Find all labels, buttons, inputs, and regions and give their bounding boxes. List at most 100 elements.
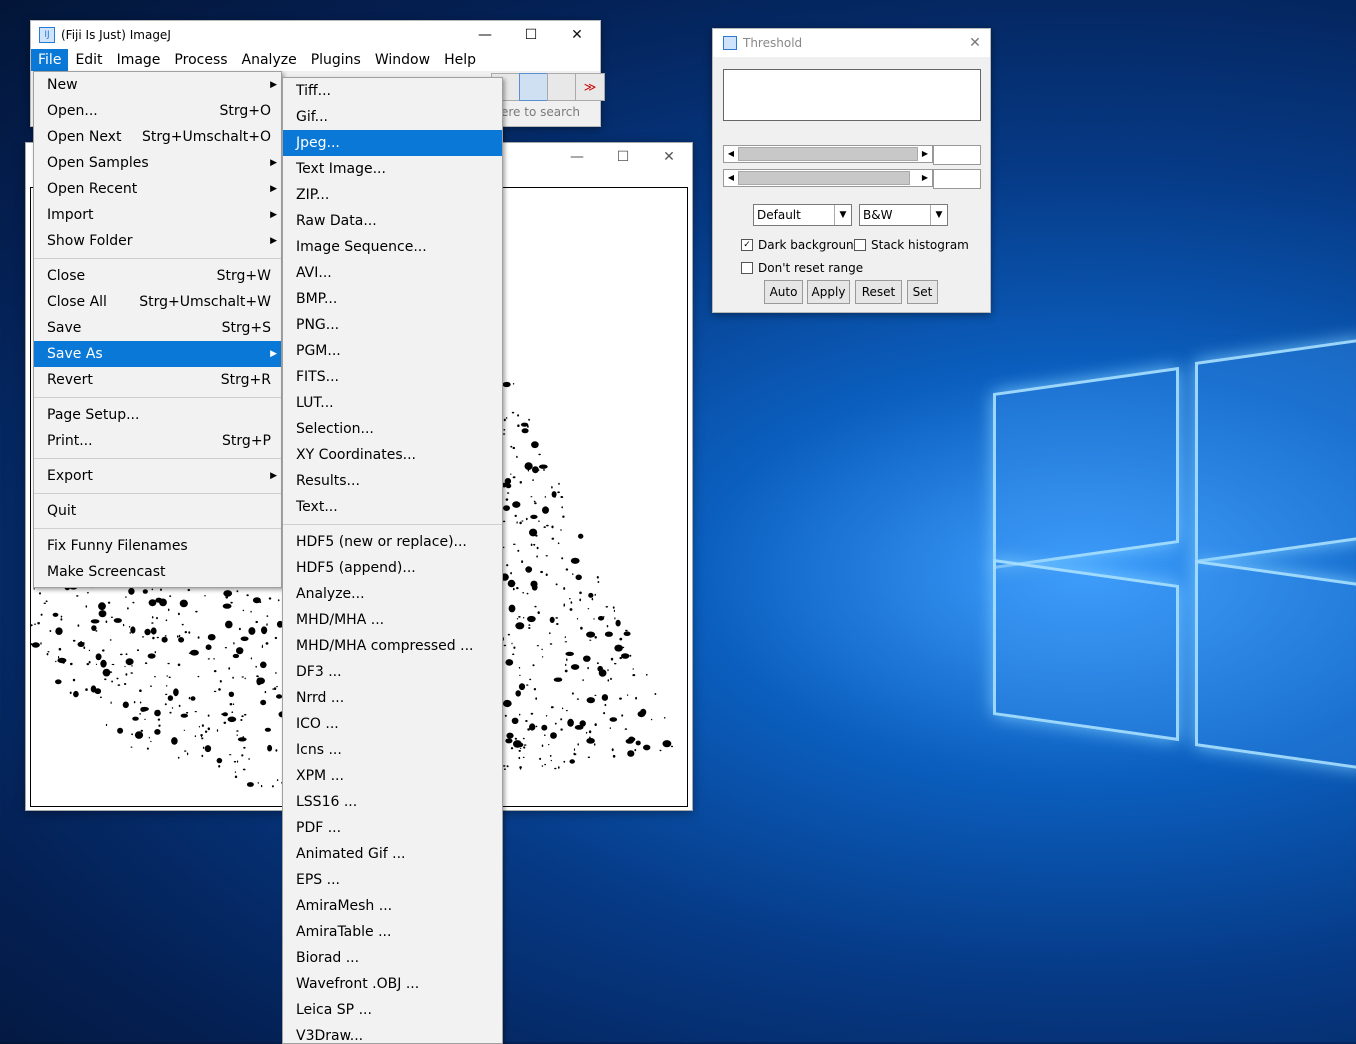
lower-threshold-field[interactable] (933, 145, 981, 165)
apply-button[interactable]: Apply (807, 280, 850, 304)
save-as-item-eps[interactable]: EPS ... (283, 867, 502, 893)
checkbox-icon[interactable] (854, 239, 866, 251)
menu-window[interactable]: Window (368, 49, 437, 71)
dark-background-checkbox[interactable]: ✓ Dark background (741, 238, 861, 252)
save-as-item-selection[interactable]: Selection... (283, 416, 502, 442)
image-dot (612, 754, 616, 758)
right-arrow-icon[interactable]: ▶ (918, 170, 932, 186)
more-tools-button[interactable]: ≫ (575, 73, 605, 101)
save-as-item-df3[interactable]: DF3 ... (283, 659, 502, 685)
hand-tool-button[interactable] (519, 73, 549, 101)
file-menu-item-quit[interactable]: Quit (34, 498, 281, 524)
save-as-item-ico[interactable]: ICO ... (283, 711, 502, 737)
menu-process[interactable]: Process (167, 49, 234, 71)
file-menu-item-save-as[interactable]: Save As ▶ (34, 341, 281, 367)
menu-edit[interactable]: Edit (68, 49, 109, 71)
save-as-item-v3draw[interactable]: V3Draw... (283, 1023, 502, 1043)
file-menu-item-open-recent[interactable]: Open Recent ▶ (34, 176, 281, 202)
menu-file[interactable]: File (31, 49, 69, 71)
close-button[interactable]: ✕ (960, 35, 990, 51)
menu-analyze[interactable]: Analyze (235, 49, 304, 71)
file-menu-item-open-next[interactable]: Open Next Strg+Umschalt+O (34, 124, 281, 150)
file-menu-item-make-screencast[interactable]: Make Screencast (34, 559, 281, 585)
save-as-item-text-image[interactable]: Text Image... (283, 156, 502, 182)
save-as-item-bmp[interactable]: BMP... (283, 286, 502, 312)
upper-threshold-field[interactable] (933, 169, 981, 189)
set-button[interactable]: Set (907, 280, 938, 304)
menu-help[interactable]: Help (437, 49, 483, 71)
main-titlebar[interactable]: IJ (Fiji Is Just) ImageJ — ☐ ✕ (31, 21, 600, 49)
save-as-item-xy-coordinates[interactable]: XY Coordinates... (283, 442, 502, 468)
maximize-button[interactable]: ☐ (600, 149, 646, 165)
file-menu-item-fix-funny-filenames[interactable]: Fix Funny Filenames (34, 533, 281, 559)
save-as-item-image-sequence[interactable]: Image Sequence... (283, 234, 502, 260)
file-menu-item-print[interactable]: Print... Strg+P (34, 428, 281, 454)
save-as-item-icns[interactable]: Icns ... (283, 737, 502, 763)
upper-threshold-slider[interactable]: ◀ ▶ (723, 169, 933, 187)
file-menu-item-new[interactable]: New ▶ (34, 72, 281, 98)
menu-image[interactable]: Image (110, 49, 168, 71)
save-as-item-pgm[interactable]: PGM... (283, 338, 502, 364)
file-menu-item-page-setup[interactable]: Page Setup... (34, 402, 281, 428)
file-menu-item-show-folder[interactable]: Show Folder ▶ (34, 228, 281, 254)
save-as-item-jpeg[interactable]: Jpeg... (283, 130, 502, 156)
file-menu-item-save[interactable]: Save Strg+S (34, 315, 281, 341)
file-menu-item-open[interactable]: Open... Strg+O (34, 98, 281, 124)
left-arrow-icon[interactable]: ◀ (724, 146, 738, 162)
file-menu-item-open-samples[interactable]: Open Samples ▶ (34, 150, 281, 176)
save-as-item-zip[interactable]: ZIP... (283, 182, 502, 208)
save-as-item-biorad[interactable]: Biorad ... (283, 945, 502, 971)
save-as-item-mhd-mha-compressed[interactable]: MHD/MHA compressed ... (283, 633, 502, 659)
stack-histogram-checkbox[interactable]: Stack histogram (854, 238, 969, 252)
save-as-item-tiff[interactable]: Tiff... (283, 78, 502, 104)
save-as-item-pdf[interactable]: PDF ... (283, 815, 502, 841)
save-as-item-text[interactable]: Text... (283, 494, 502, 520)
save-as-item-wavefront-obj[interactable]: Wavefront .OBJ ... (283, 971, 502, 997)
save-as-item-lut[interactable]: LUT... (283, 390, 502, 416)
file-menu-item-export[interactable]: Export ▶ (34, 463, 281, 489)
maximize-button[interactable]: ☐ (508, 27, 554, 43)
save-as-item-animated-gif[interactable]: Animated Gif ... (283, 841, 502, 867)
method-select[interactable]: Default ▼ (753, 204, 852, 226)
reset-button[interactable]: Reset (855, 280, 902, 304)
close-button[interactable]: ✕ (554, 27, 600, 43)
display-mode-select[interactable]: B&W ▼ (859, 204, 948, 226)
left-arrow-icon[interactable]: ◀ (724, 170, 738, 186)
dont-reset-checkbox[interactable]: Don't reset range (741, 261, 863, 275)
threshold-titlebar[interactable]: Threshold ✕ (713, 29, 990, 57)
search-hint[interactable]: ere to search (501, 105, 580, 119)
save-as-item-mhd-mha[interactable]: MHD/MHA ... (283, 607, 502, 633)
save-as-item-lss16[interactable]: LSS16 ... (283, 789, 502, 815)
minimize-button[interactable]: — (554, 149, 600, 165)
save-as-item-raw-data[interactable]: Raw Data... (283, 208, 502, 234)
auto-button[interactable]: Auto (764, 280, 803, 304)
file-menu-item-import[interactable]: Import ▶ (34, 202, 281, 228)
close-button[interactable]: ✕ (646, 149, 692, 165)
threshold-window[interactable]: Threshold ✕ ◀ ▶ ◀ ▶ Default ▼ B&W ▼ ✓ Da… (712, 28, 991, 313)
minimize-button[interactable]: — (462, 27, 508, 43)
save-as-item-analyze[interactable]: Analyze... (283, 581, 502, 607)
save-as-item-fits[interactable]: FITS... (283, 364, 502, 390)
save-as-item-avi[interactable]: AVI... (283, 260, 502, 286)
empty-tool-slot[interactable] (547, 73, 577, 101)
file-menu-item-close-all[interactable]: Close All Strg+Umschalt+W (34, 289, 281, 315)
right-arrow-icon[interactable]: ▶ (918, 146, 932, 162)
checkbox-icon[interactable] (741, 262, 753, 274)
save-as-item-results[interactable]: Results... (283, 468, 502, 494)
save-as-item-leica-sp[interactable]: Leica SP ... (283, 997, 502, 1023)
save-as-item-png[interactable]: PNG... (283, 312, 502, 338)
save-as-item-amiramesh[interactable]: AmiraMesh ... (283, 893, 502, 919)
slider-thumb[interactable] (738, 147, 918, 161)
lower-threshold-slider[interactable]: ◀ ▶ (723, 145, 933, 163)
save-as-item-nrrd[interactable]: Nrrd ... (283, 685, 502, 711)
save-as-item-hdf5-new-or-replace[interactable]: HDF5 (new or replace)... (283, 529, 502, 555)
save-as-item-gif[interactable]: Gif... (283, 104, 502, 130)
save-as-item-hdf5-append[interactable]: HDF5 (append)... (283, 555, 502, 581)
slider-thumb[interactable] (738, 171, 910, 185)
file-menu-item-revert[interactable]: Revert Strg+R (34, 367, 281, 393)
checkbox-checked-icon[interactable]: ✓ (741, 239, 753, 251)
save-as-item-amiratable[interactable]: AmiraTable ... (283, 919, 502, 945)
file-menu-item-close[interactable]: Close Strg+W (34, 263, 281, 289)
menu-plugins[interactable]: Plugins (304, 49, 368, 71)
save-as-item-xpm[interactable]: XPM ... (283, 763, 502, 789)
